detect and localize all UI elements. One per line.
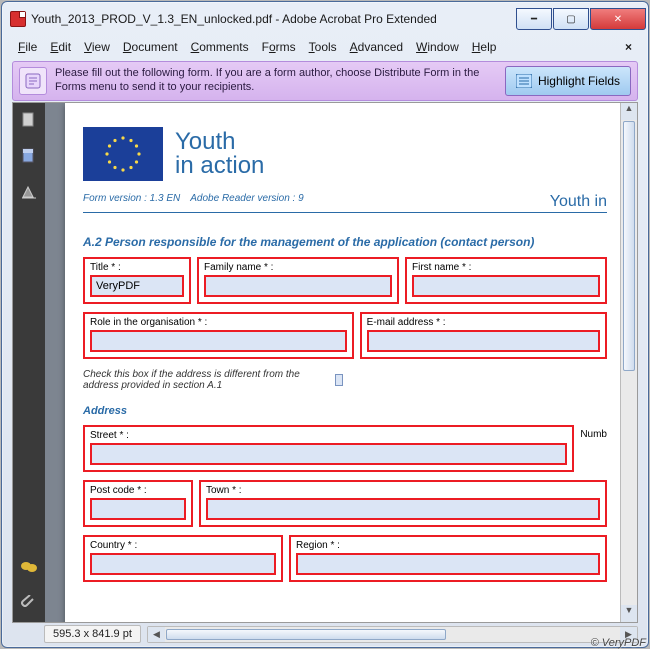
title-bar: Youth_2013_PROD_V_1.3_EN_unlocked.pdf - … [2,2,648,36]
bookmarks-icon[interactable] [20,147,38,165]
form-info-bar: Please fill out the following form. If y… [12,61,638,101]
section-heading: A.2 Person responsible for the managemen… [83,235,607,249]
menu-forms[interactable]: Forms [256,38,302,56]
form-icon [19,67,47,95]
role-box: Role in the organisation * : [83,312,354,359]
pdf-icon [10,11,26,27]
menu-document[interactable]: Document [117,38,184,56]
address-heading: Address [83,405,607,417]
first-input[interactable] [412,275,600,297]
vertical-scrollbar[interactable]: ▲ ▼ [620,103,637,622]
postcode-input[interactable] [90,498,186,520]
postcode-label: Post code * : [90,485,186,496]
reader-version: Adobe Reader version : 9 [190,193,303,211]
family-name-box: Family name * : [197,257,399,304]
region-input[interactable] [296,553,600,575]
country-box: Country * : [83,535,283,582]
form-version: Form version : 1.3 EN [83,193,180,211]
town-box: Town * : [199,480,607,527]
family-label: Family name * : [204,262,392,273]
scroll-thumb-h[interactable] [166,629,446,640]
scroll-down-icon[interactable]: ▼ [621,605,637,622]
role-label: Role in the organisation * : [90,317,347,328]
menu-bar: File Edit View Document Comments Forms T… [2,36,648,58]
email-input[interactable] [367,330,600,352]
menu-advanced[interactable]: Advanced [344,38,409,56]
country-label: Country * : [90,540,276,551]
region-label: Region * : [296,540,600,551]
header-right: Youth in [550,193,607,211]
menu-window[interactable]: Window [410,38,465,56]
street-input[interactable] [90,443,567,465]
scroll-thumb-v[interactable] [623,121,635,371]
menu-tools[interactable]: Tools [303,38,343,56]
menu-view[interactable]: View [78,38,116,56]
role-input[interactable] [90,330,347,352]
menu-comments[interactable]: Comments [185,38,255,56]
email-box: E-mail address * : [360,312,607,359]
menu-file[interactable]: File [12,38,43,56]
scroll-left-icon[interactable]: ◀ [148,627,165,642]
attachments-icon[interactable] [20,594,38,612]
highlight-fields-label: Highlight Fields [538,74,620,88]
title-label: Title * : [90,262,184,273]
first-label: First name * : [412,262,600,273]
street-label: Street * : [90,430,567,441]
country-input[interactable] [90,553,276,575]
pdf-page: Youth in action Form version : 1.3 EN Ad… [65,103,625,622]
program-title: Youth in action [175,130,264,178]
document-viewport[interactable]: Youth in action Form version : 1.3 EN Ad… [45,103,637,622]
region-box: Region * : [289,535,607,582]
first-name-box: First name * : [405,257,607,304]
content-area: Youth in action Form version : 1.3 EN Ad… [12,102,638,623]
town-input[interactable] [206,498,600,520]
menu-edit[interactable]: Edit [44,38,77,56]
eu-flag-icon [83,127,163,181]
pages-icon[interactable] [20,111,38,129]
street-box: Street * : [83,425,574,472]
highlight-fields-button[interactable]: Highlight Fields [505,66,631,96]
close-button[interactable]: ✕ [590,8,646,30]
signatures-icon[interactable] [20,183,38,201]
title-field-box: Title * : [83,257,191,304]
minimize-button[interactable]: ━ [516,8,552,30]
checkbox-label: Check this box if the address is differe… [83,369,315,391]
window-title: Youth_2013_PROD_V_1.3_EN_unlocked.pdf - … [31,12,515,26]
maximize-button[interactable]: ▢ [553,8,589,30]
address-diff-row: Check this box if the address is differe… [83,369,343,391]
watermark: © VeryPDF [591,637,646,649]
page-dimensions: 595.3 x 841.9 pt [44,625,141,643]
status-bar: 595.3 x 841.9 pt ◀ ▶ [12,623,638,645]
family-input[interactable] [204,275,392,297]
scroll-up-icon[interactable]: ▲ [621,103,637,120]
form-info-text: Please fill out the following form. If y… [55,67,497,95]
nav-pane [13,103,45,622]
acrobat-window: Youth_2013_PROD_V_1.3_EN_unlocked.pdf - … [1,1,649,648]
title-input[interactable] [90,275,184,297]
email-label: E-mail address * : [367,317,600,328]
number-label: Numb [580,425,607,440]
comments-icon[interactable] [20,558,38,576]
menu-help[interactable]: Help [466,38,503,56]
horizontal-scrollbar[interactable]: ◀ ▶ [147,626,638,643]
menu-close-icon[interactable]: × [619,38,638,56]
postcode-box: Post code * : [83,480,193,527]
address-diff-checkbox[interactable] [335,374,343,386]
town-label: Town * : [206,485,600,496]
